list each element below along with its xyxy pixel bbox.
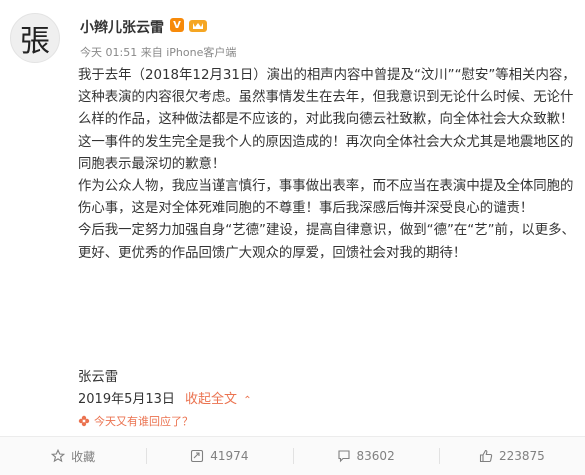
avatar[interactable]: 張 — [10, 13, 60, 63]
collapse-button[interactable]: 收起全文 ⌃ — [185, 392, 252, 407]
post-meta: 今天 01:51 来自 iPhone客户端 — [80, 44, 236, 60]
post-source[interactable]: iPhone客户端 — [166, 46, 236, 59]
thumbs-up-icon — [479, 449, 493, 463]
favorite-button[interactable]: 收藏 — [0, 437, 146, 475]
response-hint-text: 今天又有谁回应了？ — [94, 415, 193, 428]
post-date: 2019年5月13日 — [78, 392, 175, 407]
response-hint-link[interactable]: 今天又有谁回应了？ — [78, 413, 193, 429]
like-count: 223875 — [498, 449, 545, 463]
favorite-label: 收藏 — [71, 449, 96, 464]
post-signature: 张云雷 — [78, 370, 119, 385]
post-time[interactable]: 今天 01:51 — [80, 46, 137, 59]
repost-count: 41974 — [210, 449, 249, 463]
verified-badge-icon: V — [170, 18, 184, 32]
repost-button[interactable]: 41974 — [146, 437, 292, 475]
post-source-prefix: 来自 — [140, 46, 163, 59]
star-icon — [51, 449, 66, 463]
action-bar: 收藏 41974 83602 223875 — [0, 436, 585, 475]
like-button[interactable]: 223875 — [438, 437, 585, 475]
comment-count: 83602 — [356, 449, 395, 463]
post-paragraph: 作为公众人物，我应当谨言慎行，事事做出表率，而不应当在表演中提及全体同胞的伤心事… — [78, 179, 574, 217]
post-date-line: 2019年5月13日 收起全文 ⌃ — [78, 388, 252, 407]
collapse-label: 收起全文 — [185, 392, 238, 407]
repost-icon — [191, 449, 204, 463]
comment-button[interactable]: 83602 — [292, 437, 439, 475]
flower-icon — [78, 415, 90, 427]
chevron-up-icon: ⌃ — [243, 395, 252, 406]
username-link[interactable]: 小辫儿张云雷 — [80, 17, 164, 37]
comment-icon — [337, 450, 350, 463]
member-crown-icon — [189, 20, 207, 32]
post-body: 我于去年（2018年12月31日）演出的相声内容中曾提及“汶川”“慰安”等相关内… — [78, 65, 578, 265]
post-paragraph: 我于去年（2018年12月31日）演出的相声内容中曾提及“汶川”“慰安”等相关内… — [78, 68, 576, 172]
post-paragraph: 今后我一定努力加强自身“艺德”建设，提高自律意识，做到“德”在“艺”前，以更多、… — [78, 223, 575, 261]
